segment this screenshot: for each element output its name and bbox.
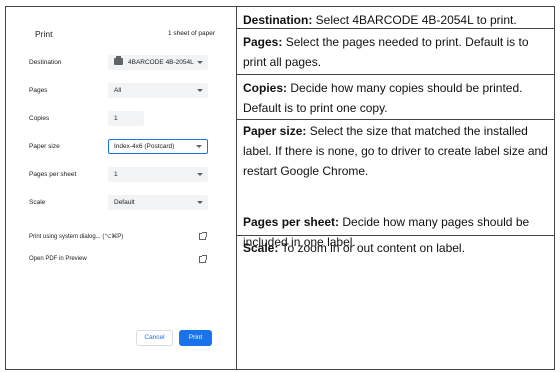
chevron-down-icon (197, 201, 203, 204)
pages-value: All (114, 87, 122, 94)
description-term: Destination: (243, 13, 313, 27)
description-cell-pages-per-sheet: Pages per sheet: Decide how many pages s… (237, 212, 554, 249)
pages-select[interactable]: All (108, 83, 208, 98)
description-term: Scale: (243, 241, 279, 255)
open-pdf-preview-link[interactable]: Open PDF in Preview (29, 256, 87, 262)
open-external-icon[interactable] (199, 255, 207, 263)
description-cell-destination: Destination: Select 4BARCODE 4B-2054L to… (237, 7, 554, 29)
paper-size-value: Index-4x6 (Postcard) (114, 143, 175, 150)
destination-value: 4BARCODE 4B-2054L (128, 59, 194, 66)
destination-select[interactable]: 4BARCODE 4B-2054L (108, 55, 208, 70)
paper-size-label: Paper size (29, 143, 60, 150)
destination-label: Destination (29, 59, 62, 66)
print-button[interactable]: Print (179, 330, 212, 346)
pages-per-sheet-select[interactable]: 1 (108, 167, 208, 182)
description-term: Paper size: (243, 124, 307, 138)
description-cell-scale: Scale: To zoom in or out content on labe… (237, 236, 554, 260)
cancel-button[interactable]: Cancel (136, 330, 173, 346)
description-term: Pages per sheet: (243, 215, 340, 229)
description-cell-pages: Pages: Select the pages needed to print.… (237, 29, 554, 75)
chevron-down-icon (197, 61, 203, 64)
pages-per-sheet-label: Pages per sheet (29, 171, 77, 178)
dialog-header: Print 1 sheet of paper (35, 29, 215, 43)
pages-per-sheet-value: 1 (114, 171, 118, 178)
system-dialog-link[interactable]: Print using system dialog... (⌥⌘P) (29, 233, 123, 240)
scale-label: Scale (29, 199, 46, 206)
paper-size-select[interactable]: Index-4x6 (Postcard) (108, 139, 208, 154)
sheet-count: 1 sheet of paper (168, 30, 215, 37)
printer-icon (114, 55, 123, 65)
description-term: Pages: (243, 35, 283, 49)
open-external-icon[interactable] (199, 232, 207, 240)
description-cell-paper-size: Paper size: Select the size that matched… (237, 120, 554, 212)
description-table: Destination: Select 4BARCODE 4B-2054L to… (237, 7, 554, 260)
scale-value: Default (114, 199, 135, 206)
chevron-down-icon (197, 89, 203, 92)
description-cell-copies: Copies: Decide how many copies should be… (237, 75, 554, 120)
description-text: To zoom in or out content on label. (278, 241, 465, 255)
description-term: Copies: (243, 81, 288, 95)
copies-value: 1 (114, 115, 118, 122)
chevron-down-icon (196, 145, 202, 148)
dialog-title: Print (35, 29, 53, 39)
scale-select[interactable]: Default (108, 195, 208, 210)
description-text: Select 4BARCODE 4B-2054L to print. (312, 13, 517, 27)
copies-input[interactable]: 1 (108, 111, 144, 126)
description-text: Select the pages needed to print. Defaul… (243, 35, 529, 69)
copies-label: Copies (29, 115, 50, 122)
pages-label: Pages (29, 87, 48, 94)
chevron-down-icon (197, 173, 203, 176)
